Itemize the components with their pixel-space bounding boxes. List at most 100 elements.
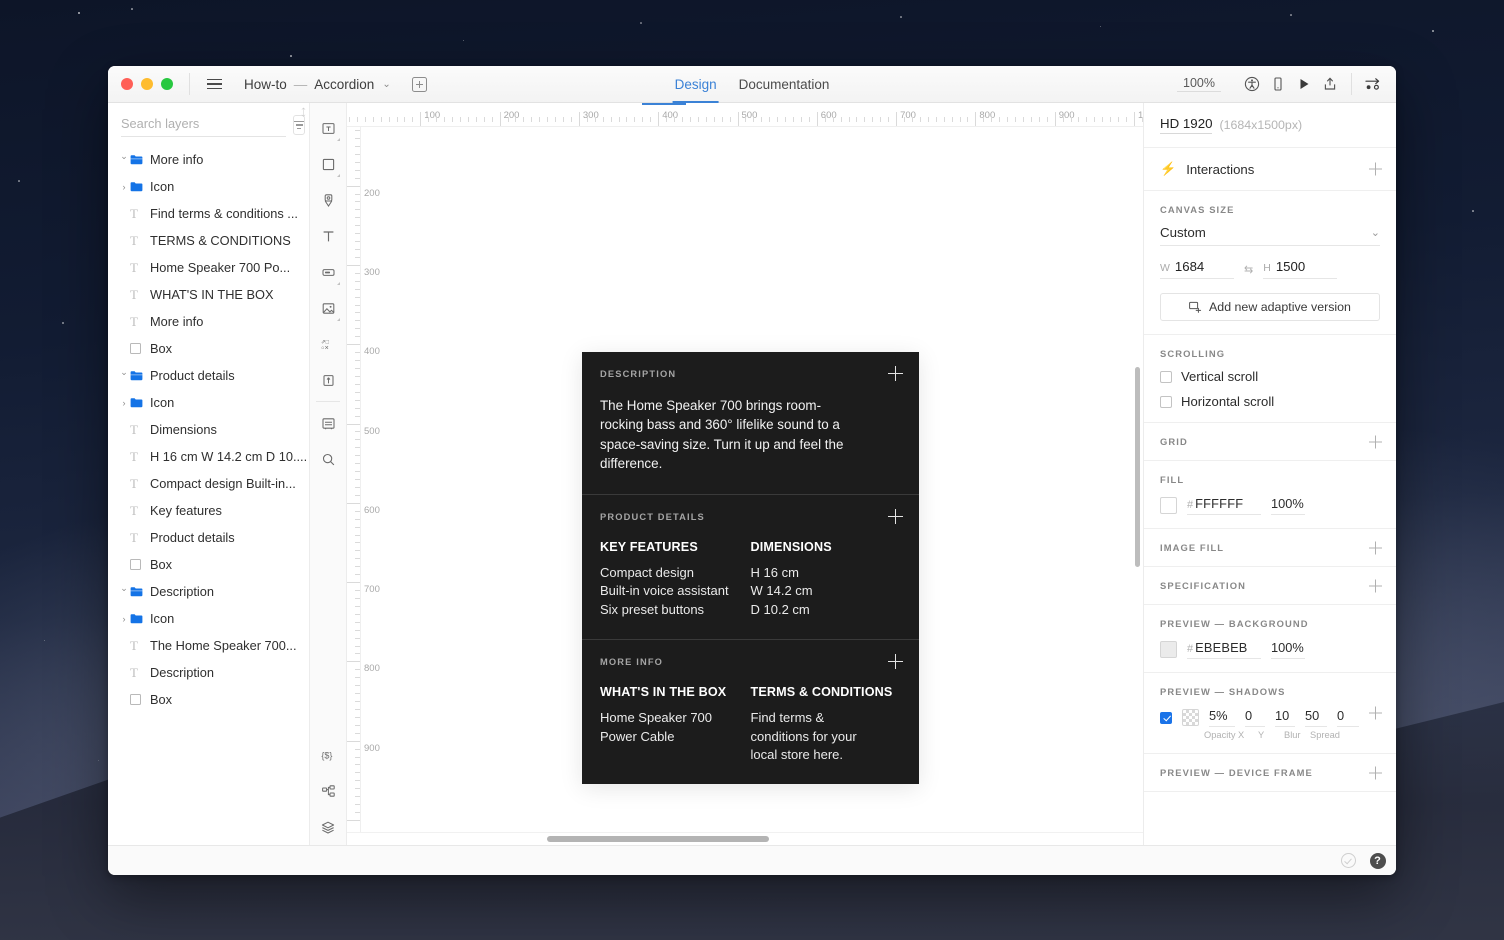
disclosure-triangle-icon[interactable] (118, 586, 130, 597)
horizontal-ruler[interactable]: 10020030040050060070080090010001100 (347, 103, 1143, 127)
shadow-blur-value[interactable]: 50 (1305, 708, 1327, 727)
accordion-expand-icon[interactable] (888, 654, 903, 669)
minimize-button[interactable] (141, 78, 153, 90)
artboard-area[interactable]: DESCRIPTIONThe Home Speaker 700 brings r… (361, 127, 1143, 845)
layer-row[interactable]: Description (108, 578, 309, 605)
image-tool[interactable] (313, 290, 343, 326)
accordion-section[interactable]: DESCRIPTIONThe Home Speaker 700 brings r… (582, 352, 919, 494)
layers-tool[interactable] (313, 809, 343, 845)
help-icon[interactable]: ? (1369, 852, 1386, 869)
breadcrumb-project[interactable]: How-to (244, 77, 287, 92)
add-shadow-button[interactable] (1369, 707, 1382, 720)
accordion-section[interactable]: MORE INFOWHAT'S IN THE BOXHome Speaker 7… (582, 639, 919, 784)
play-icon[interactable] (1291, 72, 1317, 96)
layer-row[interactable]: TKey features (108, 497, 309, 524)
layer-row[interactable]: Product details (108, 362, 309, 389)
tab-design[interactable]: Design (675, 66, 717, 103)
canvas-width-field[interactable]: W 1684 (1160, 259, 1234, 279)
preview-background-hex-field[interactable]: # EBEBEB (1187, 640, 1261, 659)
device-preview-icon[interactable] (1265, 72, 1291, 96)
layer-row[interactable]: TThe Home Speaker 700... (108, 632, 309, 659)
disclosure-triangle-icon[interactable] (118, 614, 130, 624)
add-device-frame-button[interactable] (1369, 766, 1382, 779)
shadow-opacity-value[interactable]: 5% (1209, 708, 1235, 727)
canvas[interactable]: 10020030040050060070080090010001100 DESC… (347, 103, 1143, 845)
vertical-scroll-checkbox[interactable] (1160, 371, 1172, 383)
window-controls[interactable] (108, 78, 173, 90)
add-grid-button[interactable] (1369, 435, 1382, 448)
layer-row[interactable]: TDimensions (108, 416, 309, 443)
transform-tool[interactable]: ⇗□○✕ (313, 326, 343, 362)
canvas-height-field[interactable]: H 1500 (1263, 259, 1337, 279)
layer-row[interactable]: TProduct details (108, 524, 309, 551)
layer-row[interactable]: Box (108, 686, 309, 713)
preview-background-opacity[interactable]: 100% (1271, 640, 1305, 659)
preview-background-swatch[interactable] (1160, 641, 1177, 658)
layer-row[interactable]: TCompact design Built-in... (108, 470, 309, 497)
components-tool[interactable] (313, 773, 343, 809)
canvas-horizontal-scrollbar[interactable] (347, 832, 1143, 845)
export-icon[interactable] (1317, 72, 1343, 96)
pen-tool[interactable] (313, 182, 343, 218)
accordion-expand-icon[interactable] (888, 509, 903, 524)
add-image-fill-button[interactable] (1369, 541, 1382, 554)
accessibility-icon[interactable] (1239, 72, 1265, 96)
shadow-spread-value[interactable]: 0 (1337, 708, 1359, 727)
layer-row[interactable]: TDescription (108, 659, 309, 686)
breadcrumb-artboard[interactable]: Accordion (314, 77, 374, 92)
scrollbar-thumb[interactable] (547, 836, 769, 842)
chevron-down-icon[interactable]: ⌄ (382, 79, 390, 90)
zoom-tool[interactable] (313, 441, 343, 477)
add-specification-button[interactable] (1369, 579, 1382, 592)
search-input[interactable] (121, 113, 286, 137)
close-button[interactable] (121, 78, 133, 90)
horizontal-scroll-row[interactable]: Horizontal scroll (1160, 394, 1380, 409)
repeat-grid-tool[interactable] (313, 405, 343, 441)
shadow-color-swatch[interactable] (1182, 709, 1199, 726)
canvas-preset-select[interactable]: Custom ⌄ (1160, 225, 1380, 246)
disclosure-triangle-icon[interactable] (118, 398, 130, 408)
add-artboard-icon[interactable] (412, 77, 427, 92)
text-tool[interactable] (313, 218, 343, 254)
shadow-enabled-checkbox[interactable] (1160, 712, 1172, 724)
layer-row[interactable]: TH 16 cm W 14.2 cm D 10.... (108, 443, 309, 470)
accordion-artboard[interactable]: DESCRIPTIONThe Home Speaker 700 brings r… (582, 352, 919, 784)
tab-documentation[interactable]: Documentation (739, 66, 830, 103)
layer-row[interactable]: Icon (108, 173, 309, 200)
variables-tool[interactable]: {$} (313, 737, 343, 773)
layer-row[interactable]: TTERMS & CONDITIONS (108, 227, 309, 254)
add-adaptive-version-button[interactable]: Add new adaptive version (1160, 293, 1380, 321)
accordion-section[interactable]: PRODUCT DETAILSKEY FEATURESCompact desig… (582, 494, 919, 639)
shadow-x-value[interactable]: 0 (1245, 708, 1265, 727)
add-interaction-button[interactable] (1369, 163, 1382, 176)
rectangle-tool[interactable] (313, 146, 343, 182)
flow-icon[interactable] (1360, 72, 1386, 96)
fill-opacity-value[interactable]: 100% (1271, 496, 1305, 515)
link-dimensions-icon[interactable]: ⇆ (1240, 263, 1257, 276)
layer-row[interactable]: Box (108, 551, 309, 578)
component-tool[interactable] (313, 362, 343, 398)
artboard-tool[interactable] (313, 110, 343, 146)
layer-row[interactable]: Box (108, 335, 309, 362)
circle-check-icon[interactable] (1340, 852, 1357, 869)
menu-icon[interactable] (196, 79, 232, 90)
disclosure-triangle-icon[interactable] (118, 182, 130, 192)
fill-hex-field[interactable]: # FFFFFF (1187, 496, 1261, 515)
artboard-name[interactable]: HD 1920 (1160, 116, 1212, 134)
layer-row[interactable]: Icon (108, 605, 309, 632)
layer-row[interactable]: Icon (108, 389, 309, 416)
layer-row[interactable]: TWHAT'S IN THE BOX (108, 281, 309, 308)
zoom-level[interactable]: 100% (1177, 76, 1221, 92)
vertical-ruler[interactable] (347, 127, 361, 845)
layer-row[interactable]: More info (108, 146, 309, 173)
disclosure-triangle-icon[interactable] (118, 370, 130, 381)
layer-row[interactable]: THome Speaker 700 Po... (108, 254, 309, 281)
vertical-scroll-row[interactable]: Vertical scroll (1160, 369, 1380, 384)
button-tool[interactable] (313, 254, 343, 290)
horizontal-scroll-checkbox[interactable] (1160, 396, 1172, 408)
maximize-button[interactable] (161, 78, 173, 90)
fill-color-swatch[interactable] (1160, 497, 1177, 514)
disclosure-triangle-icon[interactable] (118, 154, 130, 165)
accordion-expand-icon[interactable] (888, 366, 903, 381)
canvas-vertical-scrollbar[interactable] (1135, 367, 1140, 567)
